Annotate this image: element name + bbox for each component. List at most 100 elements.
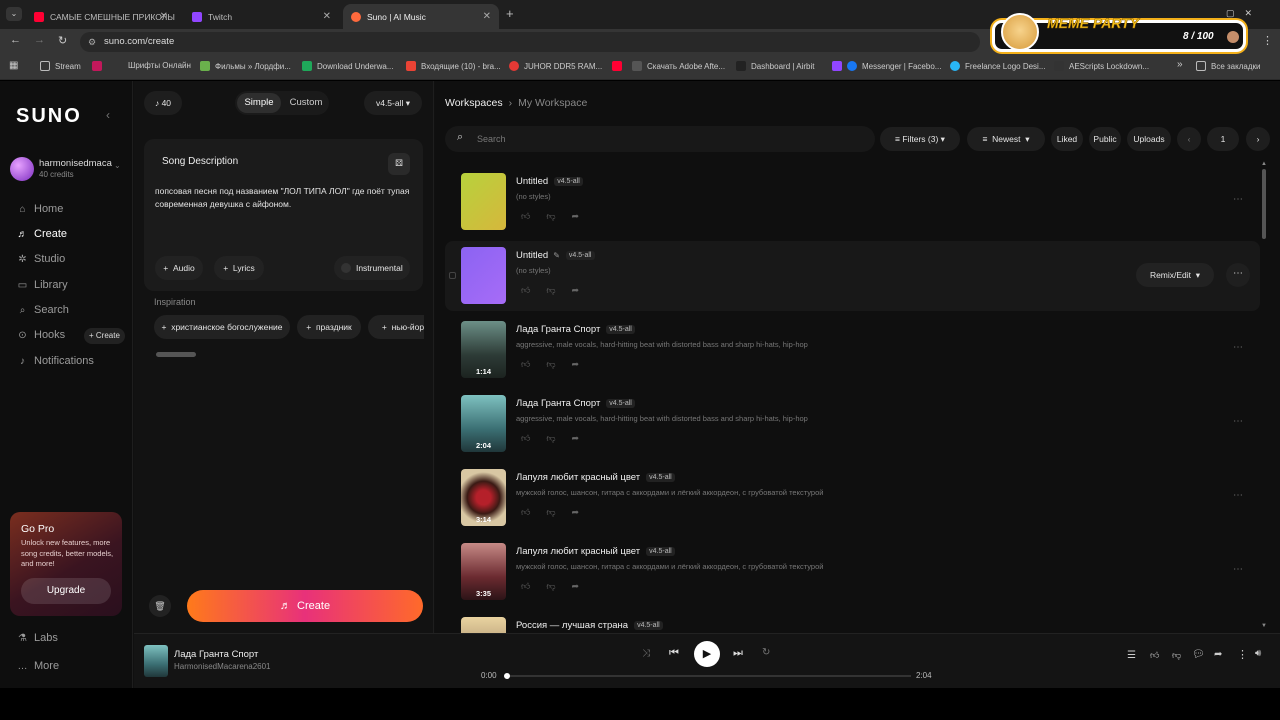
sidebar-item-labs[interactable]: ⚗ Labs <box>17 632 58 644</box>
song-title[interactable]: Лада Гранта Спорт <box>516 398 600 409</box>
song-title[interactable]: Лапуля любит красный цвет <box>516 472 640 483</box>
uploads-filter[interactable]: Uploads <box>1127 127 1171 151</box>
close-icon[interactable]: ✕ <box>160 11 168 22</box>
song-cover[interactable] <box>461 247 506 304</box>
bookmark-item[interactable]: Freelance Logo Desi... <box>950 61 1046 71</box>
inspiration-chip[interactable]: + христианское богослужение <box>154 315 290 339</box>
browser-menu-icon[interactable]: ⋮ <box>1262 34 1273 47</box>
song-title[interactable]: Лапуля любит красный цвет <box>516 546 640 557</box>
sidebar-item-more[interactable]: … More <box>17 660 60 672</box>
song-row[interactable]: Untitled v4.5-all (no styles) 👍︎ 👎︎ ➦ ⋯ <box>445 167 1260 237</box>
song-more-button[interactable]: ⋯ <box>1226 485 1250 509</box>
thumbs-up-icon[interactable]: 👍︎ <box>1150 650 1159 661</box>
close-icon[interactable]: ✕ <box>483 11 491 22</box>
comment-icon[interactable]: 💬︎ <box>1192 649 1205 660</box>
user-profile[interactable]: harmonisedmaca 40 credits ⌄ <box>10 157 128 183</box>
reload-icon[interactable]: ↻ <box>58 34 67 47</box>
window-controls[interactable]: ▢✕ <box>1226 8 1262 19</box>
bookmark-item[interactable]: JUHOR DDR5 RAM... <box>509 61 602 71</box>
close-icon[interactable]: ✕ <box>323 11 331 22</box>
apps-grid-icon[interactable]: ▦ <box>9 60 18 71</box>
more-options-icon[interactable]: ⋮ <box>1237 648 1248 661</box>
chips-scrollbar[interactable] <box>148 352 420 357</box>
song-more-button[interactable]: ⋯ <box>1226 559 1250 583</box>
song-more-button[interactable]: ⋯ <box>1226 263 1250 287</box>
address-bar[interactable]: ⚙ suno.com/create <box>80 32 980 52</box>
bookmark-item[interactable]: AEScripts Lockdown... <box>1054 61 1149 71</box>
prev-page-button[interactable]: ‹ <box>1177 127 1201 151</box>
sidebar-item-library[interactable]: ▭ Library <box>17 279 68 291</box>
inspiration-chip[interactable]: + праздник <box>297 315 361 339</box>
collapse-sidebar-icon[interactable]: ‹ <box>106 108 110 122</box>
song-title[interactable]: Untitled <box>516 250 548 261</box>
filters-button[interactable]: ≡ Filters (3) ▾ <box>880 127 960 151</box>
sort-button[interactable]: ≡ Newest ▾ <box>967 127 1045 151</box>
tab-search-button[interactable]: ⌄ <box>6 7 22 21</box>
site-info-icon[interactable]: ⚙ <box>88 32 96 52</box>
forward-icon[interactable]: → <box>34 34 45 46</box>
song-cover[interactable] <box>461 173 506 230</box>
hooks-create-button[interactable]: + Create <box>84 328 125 344</box>
song-row[interactable]: 3:14 Лапуля любит красный цвет v4.5-all муж… <box>445 463 1260 533</box>
song-row[interactable]: Россия — лучшая страна v4.5-all <box>445 611 1260 633</box>
scroll-up-icon[interactable]: ▲ <box>1261 161 1267 167</box>
share-icon[interactable]: ➦ <box>572 359 580 370</box>
song-description-text[interactable]: попсовая песня под названием "ЛОЛ ТИПА Л… <box>155 185 411 211</box>
list-scrollbar-thumb[interactable] <box>1262 169 1266 239</box>
thumbs-up-icon[interactable]: 👍︎ <box>521 359 530 370</box>
thumbs-down-icon[interactable]: 👎︎ <box>546 581 555 592</box>
song-cover[interactable]: 1:14 <box>461 321 506 378</box>
dice-icon[interactable]: ⚄ <box>388 153 410 175</box>
thumbs-down-icon[interactable]: 👎︎ <box>546 433 555 444</box>
share-icon[interactable]: ➦ <box>572 285 580 296</box>
trash-icon[interactable]: 🗑︎ <box>149 595 171 617</box>
previous-icon[interactable]: ⏮︎ <box>669 647 679 660</box>
thumbs-up-icon[interactable]: 👍︎ <box>521 581 530 592</box>
thumbs-down-icon[interactable]: 👎︎ <box>546 507 555 518</box>
create-button[interactable]: ♬ Create <box>187 590 423 622</box>
song-title[interactable]: Лада Гранта Спорт <box>516 324 600 335</box>
share-icon[interactable]: ➦ <box>572 507 580 518</box>
add-lyrics-button[interactable]: + Lyrics <box>214 256 264 280</box>
tab-youtube[interactable]: САМЫЕ СМЕШНЫЕ ПРИКОЛЫ ✕ <box>26 4 176 29</box>
sidebar-item-create[interactable]: ♬ Create <box>17 228 68 240</box>
play-button[interactable]: ▶ <box>694 641 720 667</box>
search-input[interactable]: ⌕ Search <box>445 126 875 152</box>
inspiration-chip[interactable]: + нью-йор <box>368 315 424 339</box>
edit-pencil-icon[interactable]: ✎ <box>553 251 560 260</box>
thumbs-up-icon[interactable]: 👍︎ <box>521 507 530 518</box>
song-more-button[interactable]: ⋯ <box>1226 337 1250 361</box>
song-more-button[interactable]: ⋯ <box>1226 189 1250 213</box>
progress-bar[interactable] <box>504 673 911 679</box>
upgrade-button[interactable]: Upgrade <box>21 578 111 604</box>
song-title[interactable]: Россия — лучшая страна <box>516 620 628 631</box>
song-row[interactable]: 2:04 Лада Гранта Спорт v4.5-all aggressive,… <box>445 389 1260 459</box>
bookmark-item[interactable]: Stream <box>40 61 81 71</box>
song-cover[interactable]: 3:14 <box>461 469 506 526</box>
sidebar-item-home[interactable]: ⌂ Home <box>17 203 63 215</box>
song-row[interactable]: 3:35 Лапуля любит красный цвет v4.5-all муж… <box>445 537 1260 607</box>
thumbs-down-icon[interactable]: 👎︎ <box>1172 650 1181 661</box>
mode-simple-button[interactable]: Simple <box>237 93 281 113</box>
all-bookmarks-folder[interactable]: Все закладки <box>1196 61 1260 71</box>
version-select[interactable]: v4.5-all ▾ <box>364 91 422 115</box>
volume-icon[interactable]: 🔊︎ <box>1255 648 1261 659</box>
back-icon[interactable]: ← <box>10 34 21 46</box>
bookmark-item[interactable]: Фильмы » Лордфи... <box>200 61 291 71</box>
song-row[interactable]: 1:14 Лада Гранта Спорт v4.5-all aggressive,… <box>445 315 1260 385</box>
bookmark-item[interactable]: Dashboard | Airbit <box>736 61 814 71</box>
now-playing-cover[interactable] <box>144 645 168 677</box>
new-tab-button[interactable]: + <box>506 6 514 21</box>
public-filter[interactable]: Public <box>1089 127 1121 151</box>
share-icon[interactable]: ➦ <box>572 581 580 592</box>
breadcrumb-workspaces[interactable]: Workspaces <box>445 97 503 109</box>
bookmark-item[interactable]: Шрифты Онлайн <box>128 61 191 70</box>
bookmark-item[interactable] <box>92 61 115 71</box>
sidebar-item-search[interactable]: ⌕ Search <box>17 304 69 316</box>
sidebar-item-studio[interactable]: ✲ Studio <box>17 253 65 265</box>
sidebar-item-hooks[interactable]: ⊙ Hooks <box>17 329 65 341</box>
thumbs-down-icon[interactable]: 👎︎ <box>546 211 555 222</box>
share-icon[interactable]: ➦ <box>572 433 580 444</box>
select-checkbox[interactable] <box>449 272 456 279</box>
tab-suno[interactable]: Suno | AI Music ✕ <box>343 4 499 29</box>
